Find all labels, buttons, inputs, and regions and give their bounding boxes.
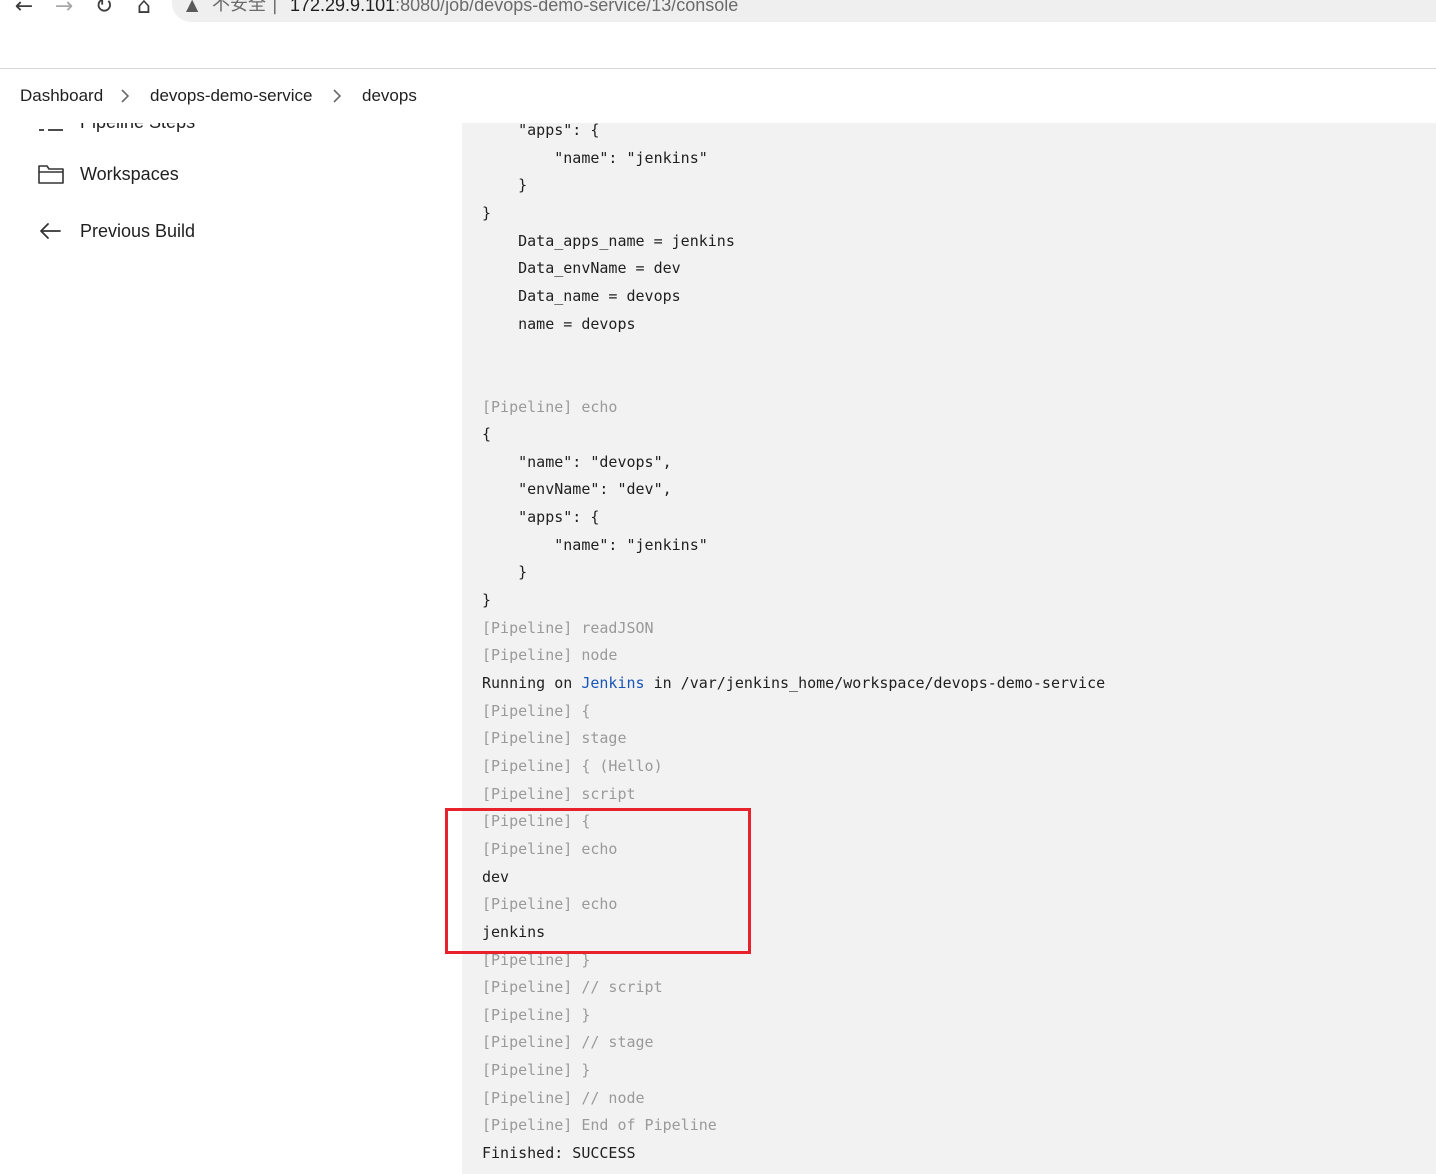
console-output: "apps": { "name": "jenkins" }} Data_apps… <box>462 68 1436 1174</box>
console-line: } <box>482 563 528 582</box>
console-line: Running on Jenkins in /var/jenkins_home/… <box>482 670 1105 697</box>
console-line: [Pipeline] readJSON <box>482 618 654 637</box>
console-line: "name": "jenkins" <box>482 535 708 554</box>
breadcrumb-build[interactable]: devops <box>362 85 417 107</box>
console-line: "envName": "dev", <box>482 480 672 499</box>
arrow-left-icon <box>36 219 66 243</box>
console-line: [Pipeline] // stage <box>482 1033 654 1052</box>
sidebar-item-label: Workspaces <box>80 164 179 184</box>
console-line: [Pipeline] // script <box>482 978 663 997</box>
console-line: [Pipeline] } <box>482 1005 591 1024</box>
console-line: "name": "jenkins" <box>482 148 708 167</box>
console-line: [Pipeline] // node <box>482 1088 645 1107</box>
pipeline-steps-icon <box>36 123 66 134</box>
console-line: "name": "devops", <box>482 452 672 471</box>
address-separator: | <box>271 0 278 15</box>
breadcrumb-dashboard[interactable]: Dashboard <box>20 85 103 107</box>
console-line: [Pipeline] { <box>482 812 591 831</box>
console-line: [Pipeline] stage <box>482 729 627 748</box>
node-link[interactable]: Jenkins <box>581 674 644 692</box>
console-line: [Pipeline] echo <box>482 397 618 416</box>
console-line: [Pipeline] echo <box>482 895 618 914</box>
console-line: [Pipeline] { (Hello) <box>482 756 663 775</box>
sidebar-item-previous-build[interactable]: Previous Build <box>0 209 462 253</box>
back-arrow-icon[interactable]: ← <box>10 0 38 20</box>
console-line: { <box>482 425 492 444</box>
sidebar-item-pipeline-steps[interactable]: Pipeline Steps <box>0 123 462 144</box>
security-indicator[interactable]: 不安全 | <box>212 0 278 16</box>
console-line: [Pipeline] { <box>482 701 591 720</box>
console-line: "apps": { <box>482 508 600 527</box>
sidebar-item-label: Pipeline Steps <box>80 123 195 133</box>
folder-icon <box>36 162 66 186</box>
reload-icon[interactable]: ↻ <box>90 0 118 20</box>
sidebar-item-workspaces[interactable]: Workspaces <box>0 152 462 196</box>
breadcrumb-job[interactable]: devops-demo-service <box>150 85 313 107</box>
console-line: Data_envName = dev <box>482 259 681 278</box>
console-line: [Pipeline] } <box>482 1061 591 1080</box>
console-line: } <box>482 203 492 222</box>
console-line: jenkins <box>482 922 546 941</box>
sidebar: Pipeline Steps Workspaces Previous Build <box>0 123 462 1174</box>
console-line: dev <box>482 867 510 886</box>
console-line: } <box>482 176 528 195</box>
warning-icon[interactable]: ▲ <box>186 0 198 14</box>
running-prefix: Running on <box>482 674 582 692</box>
console-line: [Pipeline] script <box>482 784 636 803</box>
browser-toolbar: ← → ↻ ⌂ ▲ 不安全 | 172.29.9.101:8080/job/de… <box>0 0 1436 22</box>
url-host: 172.29.9.101 <box>290 0 396 15</box>
console-line: [Pipeline] echo <box>482 839 618 858</box>
sidebar-item-label: Previous Build <box>80 221 196 241</box>
console-line: [Pipeline] End of Pipeline <box>482 1116 717 1135</box>
console-line: [Pipeline] node <box>482 646 618 665</box>
console-line: Finished: SUCCESS <box>482 1144 636 1163</box>
home-icon[interactable]: ⌂ <box>130 0 158 20</box>
console-line: [Pipeline] } <box>482 950 591 969</box>
chevron-right-icon <box>118 86 132 106</box>
console-line: } <box>482 591 492 610</box>
url-path: :8080/job/devops-demo-service/13/console <box>395 0 739 15</box>
forward-arrow-icon[interactable]: → <box>50 0 78 20</box>
console-line: Data_name = devops <box>482 286 681 305</box>
url-text[interactable]: 172.29.9.101:8080/job/devops-demo-servic… <box>290 0 738 16</box>
running-suffix: in /var/jenkins_home/workspace/devops-de… <box>644 674 1106 692</box>
console-line: name = devops <box>482 314 636 333</box>
breadcrumb: Dashboard devops-demo-service devops <box>0 68 1436 123</box>
chevron-right-icon <box>330 86 344 106</box>
console-line: Data_apps_name = jenkins <box>482 231 735 250</box>
security-label: 不安全 <box>212 0 266 15</box>
